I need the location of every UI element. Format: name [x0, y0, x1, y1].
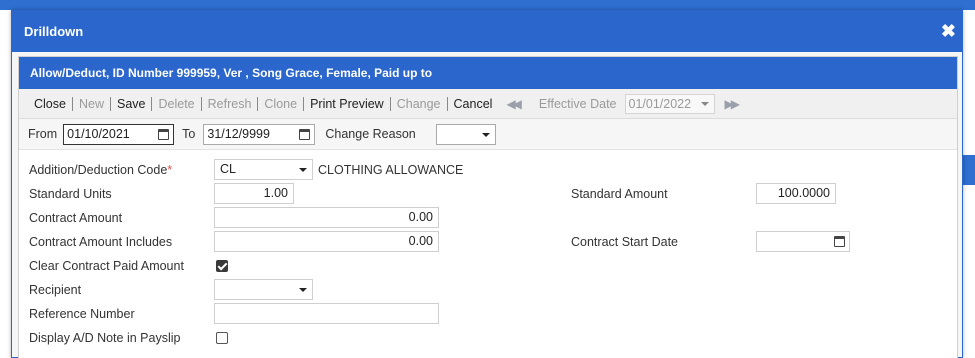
contract-start-date-input[interactable]	[756, 231, 850, 252]
new-button[interactable]: New	[73, 97, 110, 111]
clear-contract-paid-checkbox[interactable]	[216, 260, 228, 272]
toolbar: Close New Save Delete Refresh Clone Prin…	[19, 89, 957, 119]
to-date-input[interactable]: 31/12/9999	[203, 123, 316, 145]
from-label: From	[28, 127, 58, 141]
standard-units-input[interactable]: 1.00	[214, 183, 294, 204]
effective-date-value: 01/01/2022	[628, 96, 692, 111]
to-date-value: 31/12/9999	[207, 126, 270, 141]
standard-units-label: Standard Units	[29, 187, 112, 201]
clear-contract-paid-label: Clear Contract Paid Amount	[29, 259, 184, 273]
change-reason-label: Change Reason	[325, 127, 416, 141]
chevron-down-icon	[299, 168, 307, 172]
required-marker: *	[167, 163, 173, 177]
change-reason-select[interactable]	[436, 123, 497, 145]
close-button[interactable]: Close	[28, 97, 72, 111]
recipient-select[interactable]	[214, 279, 313, 300]
allowance-form: Addition/Deduction Code* CL CLOTHING ALL…	[19, 150, 957, 345]
from-date-value: 01/10/2021	[67, 126, 130, 141]
date-range-row: From 01/10/2021 To 31/12/9999 Change Rea…	[19, 119, 957, 150]
save-button[interactable]: Save	[111, 97, 152, 111]
calendar-icon[interactable]	[299, 128, 311, 140]
change-button[interactable]: Change	[391, 97, 447, 111]
display-note-label: Display A/D Note in Payslip	[29, 331, 181, 345]
drilldown-panel: Allow/Deduct, ID Number 999959, Ver , So…	[18, 56, 958, 358]
double-chevron-left-icon[interactable]: ◀◀	[498, 97, 530, 111]
contract-amount-includes-input[interactable]: 0.00	[214, 231, 439, 252]
chevron-down-icon	[299, 288, 307, 292]
cancel-button[interactable]: Cancel	[448, 97, 499, 111]
reference-number-input[interactable]	[214, 303, 439, 324]
contract-amount-label: Contract Amount	[29, 211, 123, 225]
contract-amount-input[interactable]: 0.00	[214, 207, 439, 228]
refresh-button[interactable]: Refresh	[202, 97, 258, 111]
background-app-strip	[962, 155, 975, 185]
standard-amount-label: Standard Amount	[571, 187, 668, 201]
calendar-icon[interactable]	[834, 236, 845, 247]
double-chevron-right-icon[interactable]: ▶▶	[715, 97, 749, 111]
to-label: To	[182, 127, 196, 141]
drilldown-dialog: Drilldown ✖ Allow/Deduct, ID Number 9999…	[11, 10, 963, 358]
display-note-checkbox[interactable]	[216, 332, 228, 344]
panel-header: Allow/Deduct, ID Number 999959, Ver , So…	[19, 57, 957, 89]
ad-code-label-text: Addition/Deduction Code	[29, 163, 168, 177]
contract-start-date-label: Contract Start Date	[571, 235, 678, 249]
chevron-down-icon	[700, 101, 709, 106]
standard-amount-input[interactable]: 100.0000	[756, 183, 836, 204]
print-preview-button[interactable]: Print Preview	[304, 97, 390, 111]
close-icon[interactable]: ✖	[941, 22, 956, 40]
dialog-title: Drilldown	[24, 24, 84, 39]
chevron-down-icon	[482, 132, 491, 137]
reference-number-label: Reference Number	[29, 307, 135, 321]
dialog-titlebar: Drilldown ✖	[12, 11, 962, 52]
delete-button[interactable]: Delete	[152, 97, 200, 111]
effective-date-label: Effective Date	[538, 96, 617, 111]
ad-code-label: Addition/Deduction Code*	[29, 163, 172, 177]
from-date-input[interactable]: 01/10/2021	[63, 123, 175, 145]
contract-amount-includes-label: Contract Amount Includes	[29, 235, 173, 249]
recipient-label: Recipient	[29, 283, 82, 297]
calendar-icon[interactable]	[158, 128, 170, 140]
effective-date-select[interactable]: 01/01/2022	[624, 93, 715, 114]
ad-code-value: CL	[220, 162, 236, 176]
background-app-header	[0, 0, 975, 10]
ad-code-select[interactable]: CL	[214, 159, 313, 180]
clone-button[interactable]: Clone	[258, 97, 303, 111]
ad-code-description: CLOTHING ALLOWANCE	[318, 163, 464, 177]
